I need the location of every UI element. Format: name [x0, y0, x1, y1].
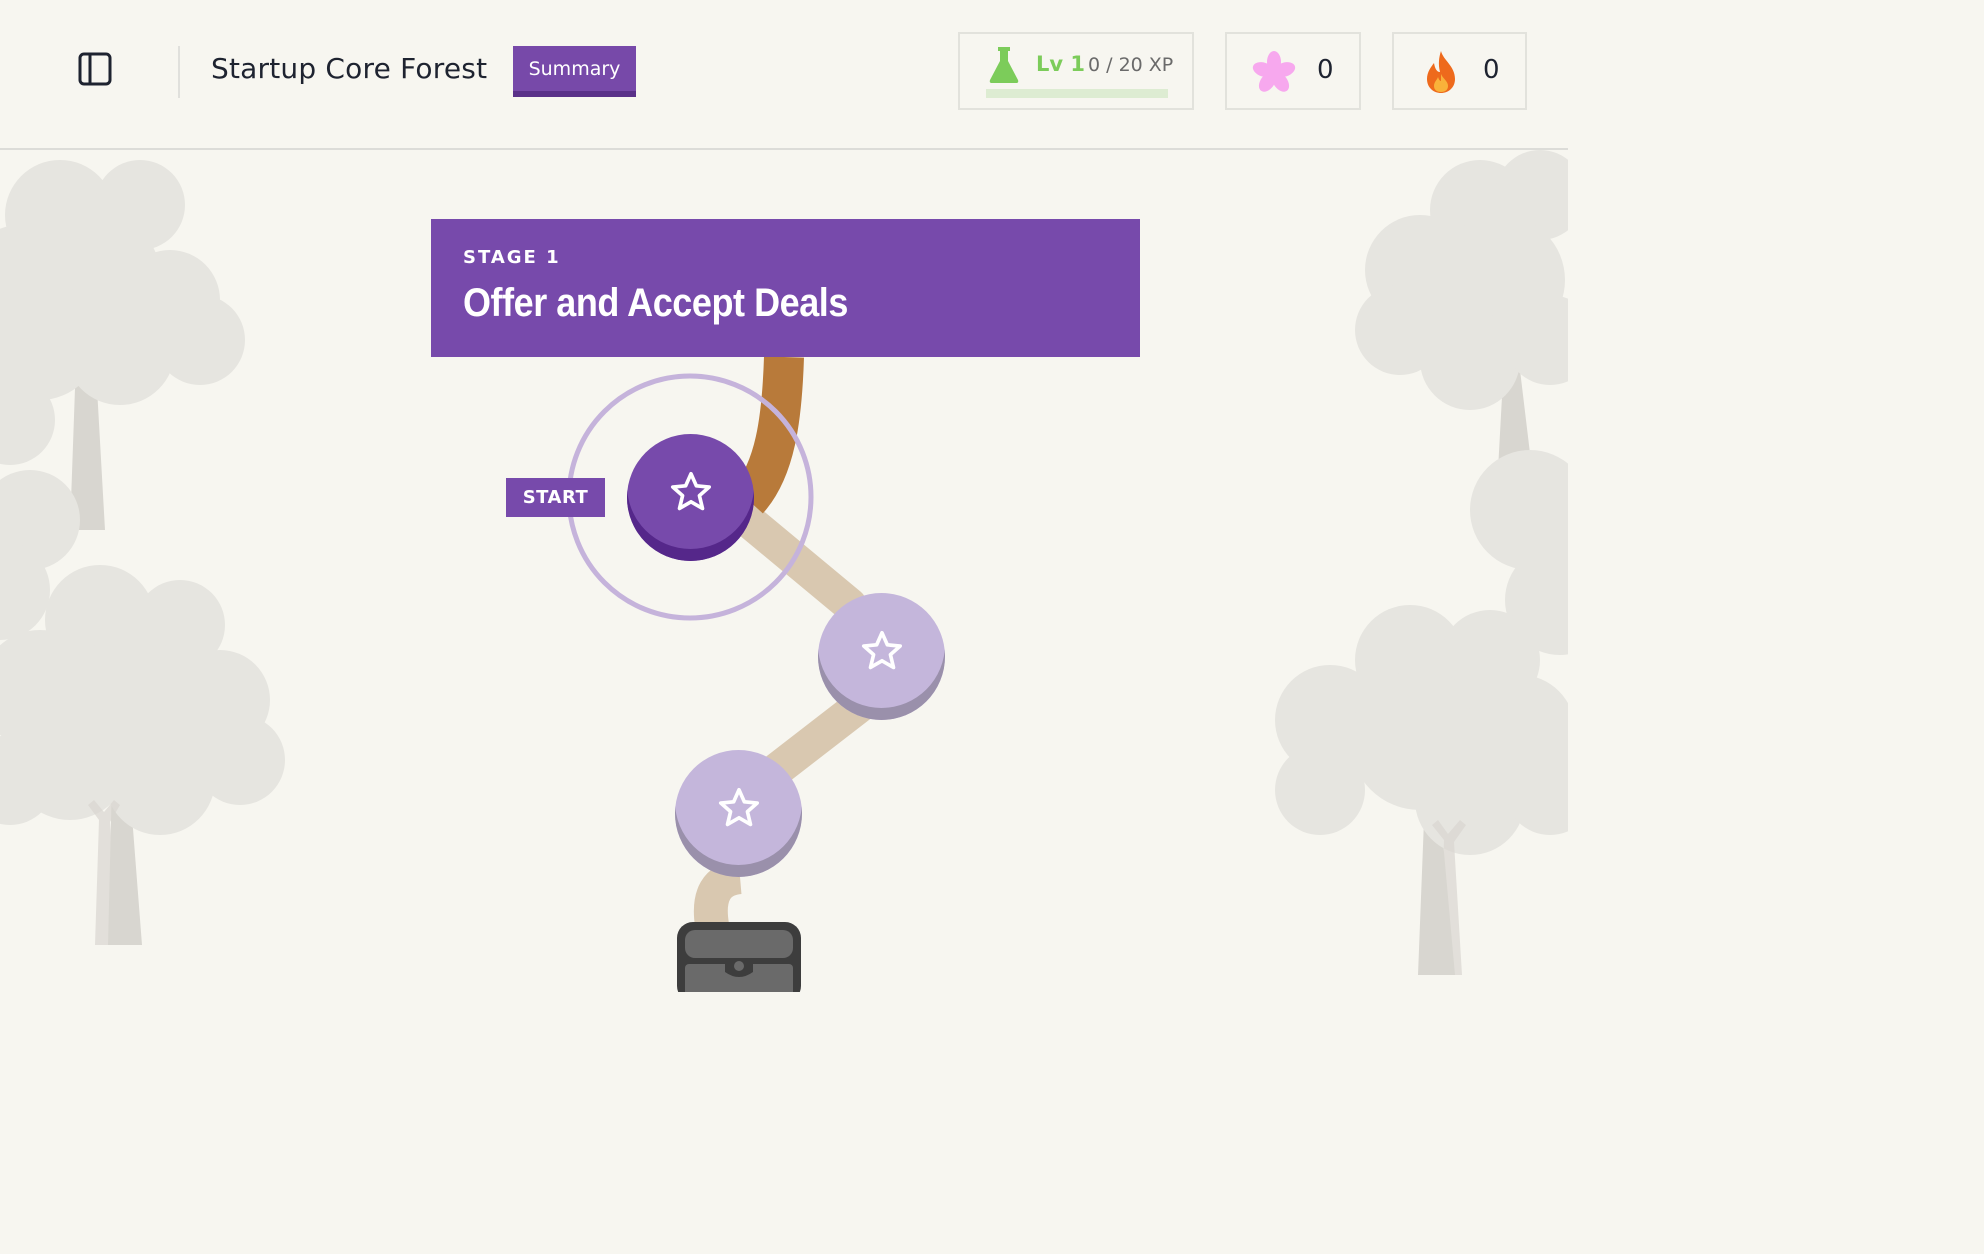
streak-value: 0: [1483, 55, 1500, 85]
star-icon: [861, 630, 902, 669]
flask-icon: [989, 47, 1019, 83]
summary-button[interactable]: Summary: [513, 46, 636, 97]
lesson-node-1[interactable]: [627, 434, 754, 561]
lesson-node-2[interactable]: [818, 593, 945, 720]
stage-number: STAGE 1: [463, 247, 561, 268]
sidebar-panel-icon: [78, 52, 112, 86]
flower-gem-icon: [1252, 51, 1296, 92]
flame-icon: [1427, 51, 1455, 93]
star-icon: [670, 471, 711, 510]
stage-banner: STAGE 1 Offer and Accept Deals: [431, 219, 1140, 357]
xp-progress-bar: [986, 89, 1168, 98]
streak-counter[interactable]: 0: [1392, 32, 1527, 110]
start-label: START: [506, 478, 605, 517]
xp-level-widget[interactable]: Lv 1 0 / 20 XP: [958, 32, 1194, 110]
star-icon: [718, 787, 759, 826]
top-bar: Startup Core Forest Summary Lv 1 0 / 20 …: [0, 0, 1568, 150]
lesson-node-3[interactable]: [675, 750, 802, 877]
gems-value: 0: [1317, 55, 1334, 85]
treasure-chest-icon: [677, 922, 801, 1004]
xp-label: 0 / 20 XP: [1088, 54, 1174, 76]
course-title: Startup Core Forest: [211, 52, 488, 85]
header-divider: [178, 46, 180, 98]
sidebar-toggle-button[interactable]: [78, 52, 112, 86]
stage-title: Offer and Accept Deals: [463, 281, 848, 325]
gems-counter[interactable]: 0: [1225, 32, 1361, 110]
treasure-chest-reward[interactable]: [677, 922, 801, 1004]
level-label: Lv 1: [1036, 52, 1085, 76]
